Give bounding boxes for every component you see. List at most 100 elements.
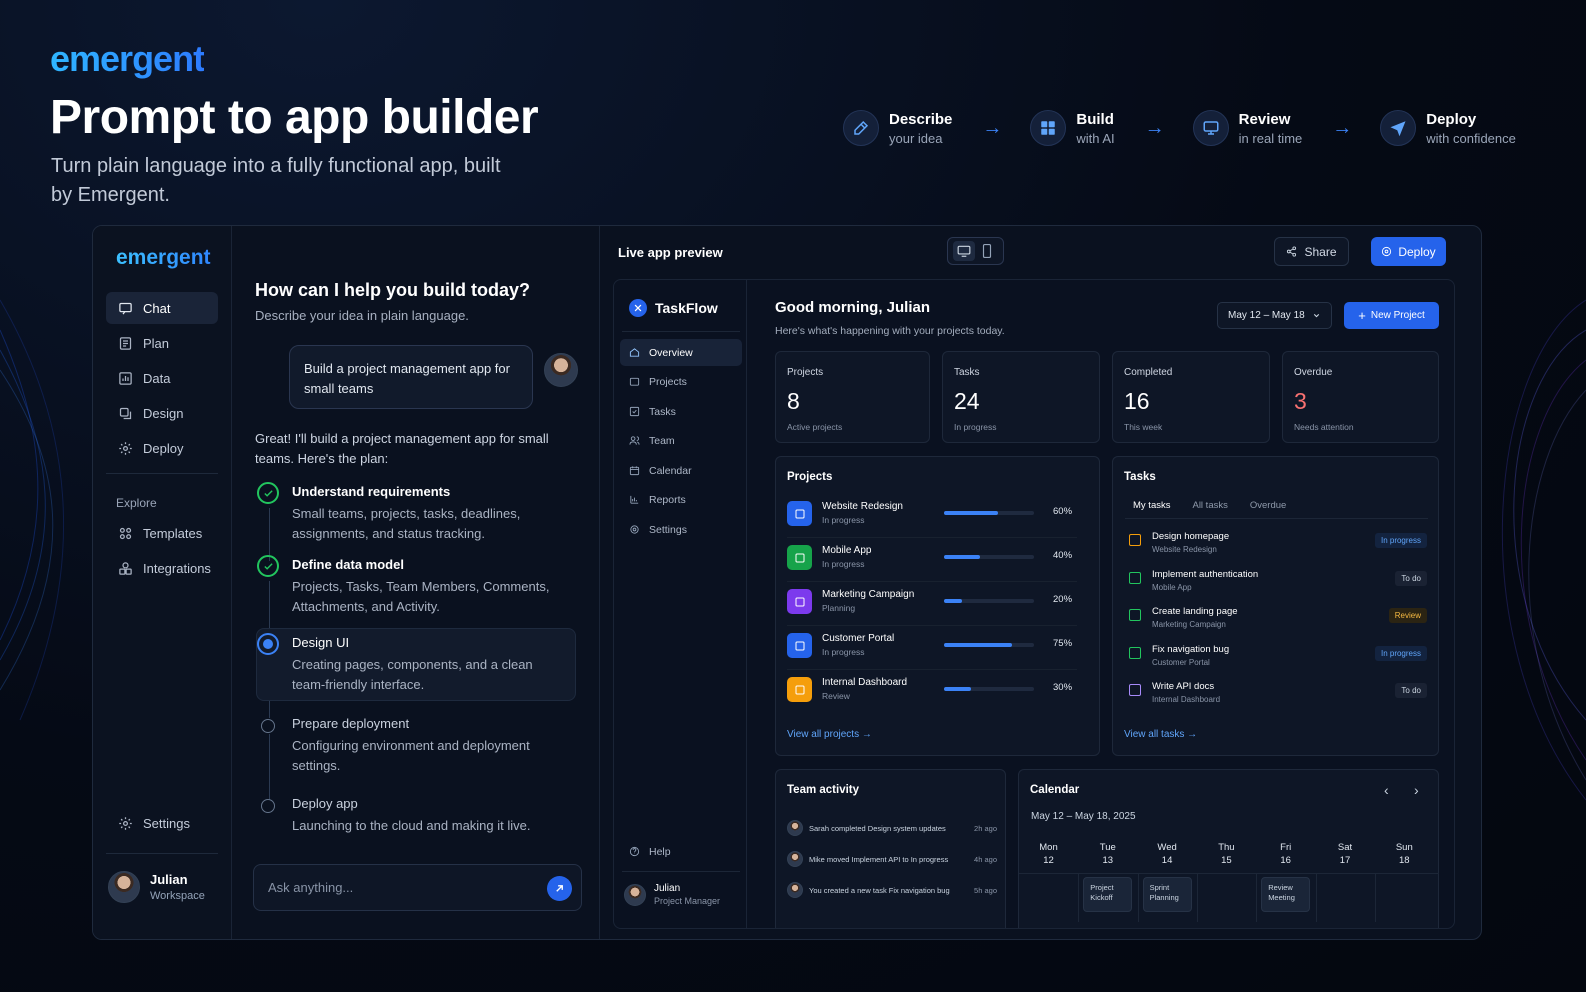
task-row[interactable]: Fix navigation bug Customer Portal In prog… bbox=[1127, 642, 1427, 676]
project-status: In progress bbox=[822, 559, 865, 569]
task-checkbox[interactable] bbox=[1129, 646, 1141, 659]
task-row[interactable]: Design homepage Website Redesign In progre… bbox=[1127, 529, 1427, 563]
view-all-projects-link[interactable]: View all projects → bbox=[787, 729, 872, 740]
app-nav-team[interactable]: Team bbox=[620, 427, 742, 454]
nav-chat[interactable]: Chat bbox=[106, 292, 218, 324]
activity-time: 5h ago bbox=[974, 885, 997, 895]
share-label: Share bbox=[1304, 244, 1337, 259]
step-sub: your idea bbox=[889, 130, 943, 146]
project-name: Website Redesign bbox=[822, 501, 903, 512]
project-row[interactable]: Website Redesign In progress 60% bbox=[787, 499, 1077, 531]
task-project: Website Redesign bbox=[1152, 545, 1217, 554]
calendar-event[interactable]: Sprint Planning bbox=[1142, 877, 1192, 912]
new-project-button[interactable]: + New Project bbox=[1344, 302, 1439, 329]
row-divider bbox=[787, 625, 1077, 626]
app-nav-label: Settings bbox=[649, 523, 687, 536]
day-name: Sat bbox=[1337, 842, 1353, 853]
chevron-right-icon[interactable]: › bbox=[1414, 782, 1419, 798]
chart-icon bbox=[630, 495, 639, 504]
tab-my-tasks[interactable]: My tasks bbox=[1125, 495, 1179, 519]
tab-all-tasks[interactable]: All tasks bbox=[1184, 495, 1235, 519]
nav-deploy[interactable]: Deploy bbox=[106, 432, 218, 464]
project-row[interactable]: Internal Dashboard Review 30% bbox=[787, 675, 1077, 707]
calendar-column-line bbox=[1315, 874, 1317, 922]
avatar bbox=[108, 871, 140, 903]
builder-sidebar: emergent Chat Plan Data Design Deploy Ex… bbox=[93, 226, 232, 939]
view-all-tasks-link[interactable]: View all tasks → bbox=[1124, 729, 1197, 740]
home-icon bbox=[629, 348, 640, 357]
nav-data[interactable]: Data bbox=[106, 362, 218, 394]
paper-plane-icon bbox=[1380, 110, 1417, 146]
task-checkbox[interactable] bbox=[1129, 534, 1141, 546]
calendar-event[interactable]: Review Meeting bbox=[1261, 877, 1311, 912]
project-row[interactable]: Marketing Campaign Planning 20% bbox=[787, 587, 1077, 619]
task-checkbox[interactable] bbox=[1129, 609, 1141, 621]
nav-integrations[interactable]: Integrations bbox=[106, 552, 218, 584]
app-nav-settings[interactable]: Settings bbox=[620, 516, 742, 543]
nav-label: Design bbox=[143, 405, 184, 421]
task-row[interactable]: Implement authentication Mobile App To do bbox=[1127, 567, 1427, 601]
greeting: Good morning, Julian bbox=[775, 299, 930, 316]
day-number: 16 bbox=[1280, 855, 1291, 866]
user-message: Build a project management app for small… bbox=[289, 345, 533, 409]
app-nav-help[interactable]: Help bbox=[620, 838, 742, 865]
chat-input[interactable] bbox=[268, 865, 528, 910]
task-project: Marketing Campaign bbox=[1152, 620, 1226, 629]
task-row[interactable]: Write API docs Internal Dashboard To do bbox=[1127, 679, 1427, 713]
task-tabs: My tasks All tasks Overdue bbox=[1125, 495, 1294, 519]
project-status: In progress bbox=[822, 515, 865, 525]
send-button[interactable] bbox=[547, 876, 572, 901]
app-nav-projects[interactable]: Projects bbox=[620, 368, 742, 395]
date-range-dropdown[interactable]: May 12 – May 18 bbox=[1217, 302, 1332, 329]
app-nav-overview[interactable]: Overview bbox=[620, 339, 742, 366]
arrow-right-icon: → bbox=[982, 116, 1003, 139]
desktop-view-button[interactable] bbox=[952, 241, 975, 261]
step-title: Build bbox=[1076, 110, 1114, 128]
workspace-user[interactable]: Julian Workspace bbox=[108, 871, 205, 903]
arrow-right-icon: → bbox=[1332, 116, 1353, 139]
plan-step-desc: Creating pages, components, and a clean … bbox=[292, 657, 533, 692]
stat-card-tasks: Tasks 24 In progress bbox=[942, 351, 1100, 443]
stat-label: Projects bbox=[787, 367, 824, 378]
tasks-card: Tasks My tasks All tasks Overdue Design … bbox=[1112, 456, 1439, 756]
chat-heading: How can I help you build today? bbox=[255, 280, 531, 300]
nav-settings[interactable]: Settings bbox=[106, 807, 218, 839]
app-nav-label: Reports bbox=[649, 493, 686, 506]
activity-text: Mike moved Implement API to In progress bbox=[809, 854, 949, 864]
taskflow-app: TaskFlow Overview Projects Tasks Team Ca… bbox=[613, 279, 1455, 929]
task-name: Write API docs bbox=[1152, 681, 1215, 692]
share-button[interactable]: Share bbox=[1274, 237, 1349, 266]
app-nav-tasks[interactable]: Tasks bbox=[620, 398, 742, 425]
task-name: Create landing page bbox=[1152, 606, 1238, 617]
progress-percent: 40% bbox=[1053, 550, 1073, 561]
preview-panel: Live app preview Share Deploy TaskFlow O… bbox=[601, 226, 1481, 939]
app-user[interactable]: Julian Project Manager bbox=[624, 883, 720, 906]
help-icon bbox=[629, 846, 640, 857]
tab-overdue[interactable]: Overdue bbox=[1242, 495, 1294, 519]
progress-percent: 75% bbox=[1053, 638, 1073, 649]
mobile-view-button[interactable] bbox=[976, 241, 998, 261]
day-name: Tue bbox=[1099, 842, 1116, 853]
deploy-button[interactable]: Deploy bbox=[1371, 237, 1446, 266]
task-checkbox[interactable] bbox=[1129, 571, 1141, 584]
status-badge: To do bbox=[1395, 570, 1427, 586]
task-row[interactable]: Create landing page Marketing Campaign Rev… bbox=[1127, 604, 1427, 638]
app-nav-calendar[interactable]: Calendar bbox=[620, 457, 742, 484]
project-name: Customer Portal bbox=[822, 633, 895, 644]
project-name: Mobile App bbox=[822, 545, 872, 556]
project-row[interactable]: Customer Portal In progress 75% bbox=[787, 631, 1077, 663]
nav-templates[interactable]: Templates bbox=[106, 517, 218, 549]
nav-label: Plan bbox=[143, 335, 170, 351]
nav-plan[interactable]: Plan bbox=[106, 327, 218, 359]
app-nav-reports[interactable]: Reports bbox=[620, 486, 742, 513]
project-row[interactable]: Mobile App In progress 40% bbox=[787, 543, 1077, 575]
calendar-event[interactable]: Project Kickoff bbox=[1083, 877, 1133, 912]
stat-value: 3 bbox=[1294, 388, 1307, 414]
chevron-left-icon[interactable]: ‹ bbox=[1384, 782, 1389, 798]
nav-design[interactable]: Design bbox=[106, 397, 218, 429]
stat-sub: In progress bbox=[954, 422, 997, 432]
task-name: Implement authentication bbox=[1152, 568, 1259, 580]
task-checkbox[interactable] bbox=[1129, 684, 1141, 696]
activity-time: 2h ago bbox=[974, 823, 997, 833]
avatar bbox=[544, 353, 578, 387]
